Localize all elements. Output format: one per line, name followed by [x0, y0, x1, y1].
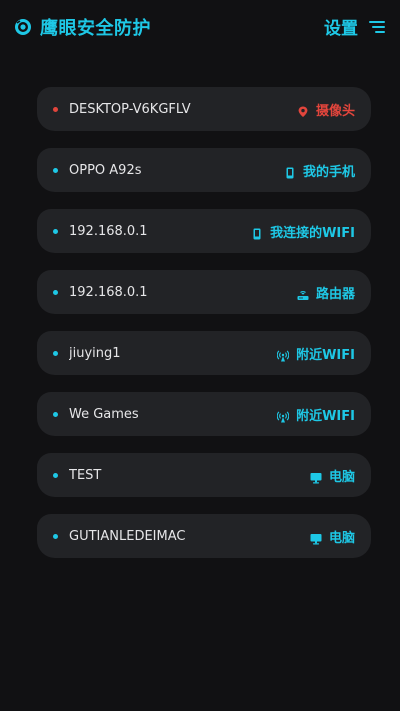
device-type-label: 电脑 — [328, 530, 355, 546]
status-dot — [53, 289, 58, 295]
device-type: 我连接的WIFI — [251, 222, 355, 241]
brand: 鹰眼安全防护 — [14, 14, 151, 40]
device-type: 路由器 — [297, 283, 355, 302]
device-type-label: 附近WIFI — [296, 347, 355, 363]
device-type-label: 我连接的WIFI — [270, 225, 355, 241]
device-type: 电脑 — [310, 466, 355, 485]
settings-button[interactable]: 设置 — [324, 14, 386, 39]
device-name: 192.168.0.1 — [69, 284, 148, 300]
device-row[interactable]: We Games 附近WIFI — [37, 392, 371, 436]
device-row[interactable]: DESKTOP-V6KGFLV 摄像头 — [37, 87, 371, 131]
app-header: 鹰眼安全防护 设置 — [0, 0, 400, 56]
antenna-icon — [276, 347, 290, 362]
antenna-icon — [276, 408, 290, 423]
device-type-label: 我的手机 — [302, 164, 355, 180]
phone-icon — [284, 164, 296, 179]
monitor-icon — [310, 469, 322, 484]
device-row[interactable]: jiuying1 附近WIFI — [37, 331, 371, 375]
device-name: We Games — [69, 406, 139, 422]
router-icon — [297, 286, 309, 300]
device-type-label: 摄像头 — [315, 103, 355, 119]
phone-icon — [251, 225, 263, 240]
device-type: 电脑 — [310, 527, 355, 546]
device-name: 192.168.0.1 — [69, 223, 148, 239]
device-row[interactable]: 192.168.0.1 我连接的WIFI — [37, 209, 371, 253]
app-title: 鹰眼安全防护 — [40, 18, 151, 39]
device-type: 摄像头 — [297, 100, 355, 119]
device-type: 附近WIFI — [276, 405, 355, 424]
monitor-icon — [310, 530, 322, 545]
device-row[interactable]: OPPO A92s 我的手机 — [37, 148, 371, 192]
device-type-label: 电脑 — [328, 469, 355, 485]
device-list: DESKTOP-V6KGFLV 摄像头 OPPO A92s 我的手机 192.1… — [37, 87, 371, 575]
device-type: 附近WIFI — [276, 344, 355, 363]
device-name: jiuying1 — [69, 345, 121, 361]
status-dot — [53, 533, 58, 539]
eye-shield-icon — [14, 18, 32, 36]
status-dot — [53, 228, 58, 234]
camera-pin-icon — [297, 103, 309, 117]
filter-menu-icon — [368, 18, 386, 36]
status-dot — [53, 472, 58, 478]
device-name: GUTIANLEDEIMAC — [69, 528, 186, 544]
device-name: DESKTOP-V6KGFLV — [69, 101, 191, 117]
status-dot — [53, 167, 58, 173]
status-dot — [53, 411, 58, 417]
device-row[interactable]: TEST 电脑 — [37, 453, 371, 497]
device-name: TEST — [69, 467, 102, 483]
device-row[interactable]: 192.168.0.1 路由器 — [37, 270, 371, 314]
status-dot — [53, 350, 58, 356]
status-dot — [53, 106, 58, 112]
device-type-label: 路由器 — [315, 286, 355, 302]
device-name: OPPO A92s — [69, 162, 142, 178]
settings-label: 设置 — [324, 19, 358, 39]
device-type-label: 附近WIFI — [296, 408, 355, 424]
device-type: 我的手机 — [284, 161, 355, 180]
device-row[interactable]: GUTIANLEDEIMAC 电脑 — [37, 514, 371, 558]
